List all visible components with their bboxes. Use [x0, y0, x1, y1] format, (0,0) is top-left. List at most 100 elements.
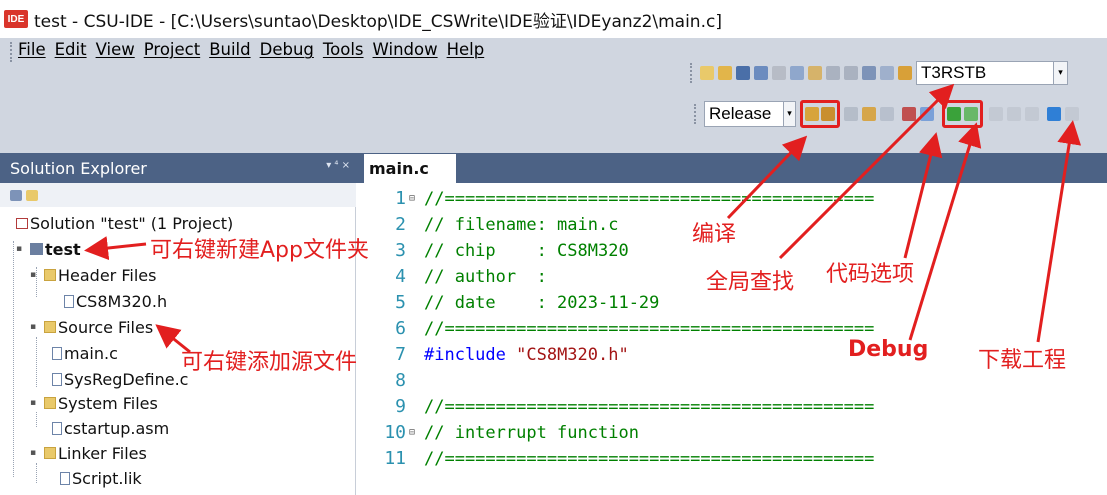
menu-view[interactable]: View [96, 40, 135, 64]
code-line[interactable]: 5// date : 2023-11-29 [356, 290, 659, 315]
header-file-icon [64, 294, 74, 308]
panel-buttons[interactable]: ▾ ⁴ × [326, 160, 350, 171]
code-line[interactable]: 1 ⊟//====================================… [356, 186, 874, 211]
target-select[interactable]: T3RSTB [916, 61, 1054, 85]
code-line[interactable]: 4// author : [356, 264, 547, 289]
find-in-files-icon[interactable] [898, 66, 912, 80]
download-icon[interactable] [1047, 107, 1061, 121]
debug-start-icon[interactable] [947, 107, 961, 121]
editor-tab-strip [356, 153, 1107, 183]
show-files-icon[interactable] [26, 189, 38, 201]
cut-icon[interactable] [772, 66, 786, 80]
new-file-icon[interactable] [700, 66, 714, 80]
menu-tools[interactable]: Tools [323, 40, 364, 64]
tab-main-c[interactable]: main.c [364, 154, 456, 183]
build-icon[interactable] [805, 107, 819, 121]
save-all-icon[interactable] [754, 66, 768, 80]
menu-edit[interactable]: Edit [55, 40, 87, 64]
menu-file[interactable]: File [18, 40, 46, 64]
code-line[interactable]: 7 #include "CS8M320.h" [356, 342, 629, 367]
code-line[interactable]: 3// chip : CS8M320 [356, 238, 629, 263]
collapse-icon[interactable]: ▪ [30, 448, 40, 458]
tool-icon[interactable] [880, 107, 894, 121]
folder-icon [44, 447, 56, 459]
tree-project[interactable]: ▪ test [16, 237, 81, 261]
app-icon: IDE [4, 10, 28, 28]
chevron-down-icon[interactable]: ▾ [1054, 61, 1068, 85]
solution-icon [16, 217, 28, 229]
collapse-icon[interactable]: ▪ [30, 398, 40, 408]
asm-file-icon [52, 421, 62, 435]
tree-folder-linker[interactable]: ▪ Linker Files [30, 441, 147, 465]
menu-help[interactable]: Help [447, 40, 485, 64]
annotation-new-app-folder: 可右键新建App文件夹 [150, 238, 369, 263]
code-view-icon[interactable] [920, 107, 934, 121]
code-line[interactable]: 6//=====================================… [356, 316, 874, 341]
code-line[interactable]: 10 ⊟// interrupt function [356, 420, 639, 445]
code-line[interactable]: 11//====================================… [356, 446, 874, 471]
c-file-icon [52, 346, 62, 360]
tree-file[interactable]: CS8M320.h [64, 289, 167, 313]
undo-icon[interactable] [826, 66, 840, 80]
menu-debug[interactable]: Debug [260, 40, 314, 64]
window-title: test - CSU-IDE - [C:\Users\suntao\Deskto… [34, 11, 722, 32]
fold-icon[interactable]: ⊟ [406, 193, 418, 204]
annotation-download: 下载工程 [978, 348, 1067, 373]
config-select[interactable]: Release [704, 101, 784, 127]
tree-file[interactable]: Script.lik [60, 466, 142, 490]
code-options-icon[interactable] [902, 107, 916, 121]
tree-folder-system[interactable]: ▪ System Files [30, 391, 158, 415]
debug-highlight [942, 100, 983, 128]
code-line[interactable]: 8 [356, 368, 424, 393]
solution-explorer-toolbar [0, 183, 356, 207]
step-icon[interactable] [1025, 107, 1039, 121]
settings-icon[interactable] [862, 107, 876, 121]
build-toolbar: Release ▾ [694, 98, 1107, 130]
collapse-icon[interactable]: ▪ [16, 244, 26, 254]
open-folder-icon[interactable] [718, 66, 732, 80]
bookmark-icon[interactable] [880, 66, 894, 80]
fold-icon[interactable]: ⊟ [406, 427, 418, 438]
collapse-icon[interactable]: ▪ [30, 270, 40, 280]
rebuild-icon[interactable] [821, 107, 835, 121]
run-icon[interactable] [964, 107, 978, 121]
solution-explorer-header: Solution Explorer ▾ ⁴ × [0, 153, 356, 183]
linker-file-icon [60, 471, 70, 485]
annotation-compile: 编译 [692, 222, 737, 247]
folder-icon [44, 269, 56, 281]
menu-window[interactable]: Window [373, 40, 438, 64]
folder-icon [44, 321, 56, 333]
code-line[interactable]: 9//=====================================… [356, 394, 874, 419]
tree-folder-source[interactable]: ▪ Source Files [30, 315, 153, 339]
copy-icon[interactable] [790, 66, 804, 80]
c-file-icon [52, 372, 62, 386]
pause-icon[interactable] [989, 107, 1003, 121]
chevron-down-icon[interactable]: ▾ [784, 101, 796, 127]
save-icon[interactable] [736, 66, 750, 80]
annotation-code-options: 代码选项 [826, 262, 915, 287]
solution-explorer-title: Solution Explorer [10, 158, 147, 178]
navigate-icon[interactable] [862, 66, 876, 80]
compile-highlight [800, 100, 840, 128]
more-icon[interactable] [1065, 107, 1079, 121]
clean-icon[interactable] [844, 107, 858, 121]
code-line[interactable]: 2// filename: main.c [356, 212, 618, 237]
menu-build[interactable]: Build [209, 40, 250, 64]
menu-toolbar-area: File Edit View Project Build Debug Tools… [0, 38, 1107, 153]
tree-file[interactable]: SysRegDefine.c [52, 367, 188, 391]
annotation-add-source: 可右键添加源文件 [181, 350, 358, 375]
title-bar: IDE test - CSU-IDE - [C:\Users\suntao\De… [0, 0, 1107, 38]
tree-file[interactable]: cstartup.asm [52, 416, 169, 440]
menu-grip [10, 42, 13, 62]
toolbar-grip [690, 63, 694, 83]
paste-icon[interactable] [808, 66, 822, 80]
menu-project[interactable]: Project [144, 40, 200, 64]
tree-file[interactable]: main.c [52, 341, 118, 365]
collapse-icon[interactable]: ▪ [30, 322, 40, 332]
stop-icon[interactable] [1007, 107, 1021, 121]
properties-icon[interactable] [10, 189, 22, 201]
tree-folder-header[interactable]: ▪ Header Files [30, 263, 156, 287]
project-icon [30, 243, 43, 255]
redo-icon[interactable] [844, 66, 858, 80]
menu-bar: File Edit View Project Build Debug Tools… [18, 40, 493, 64]
